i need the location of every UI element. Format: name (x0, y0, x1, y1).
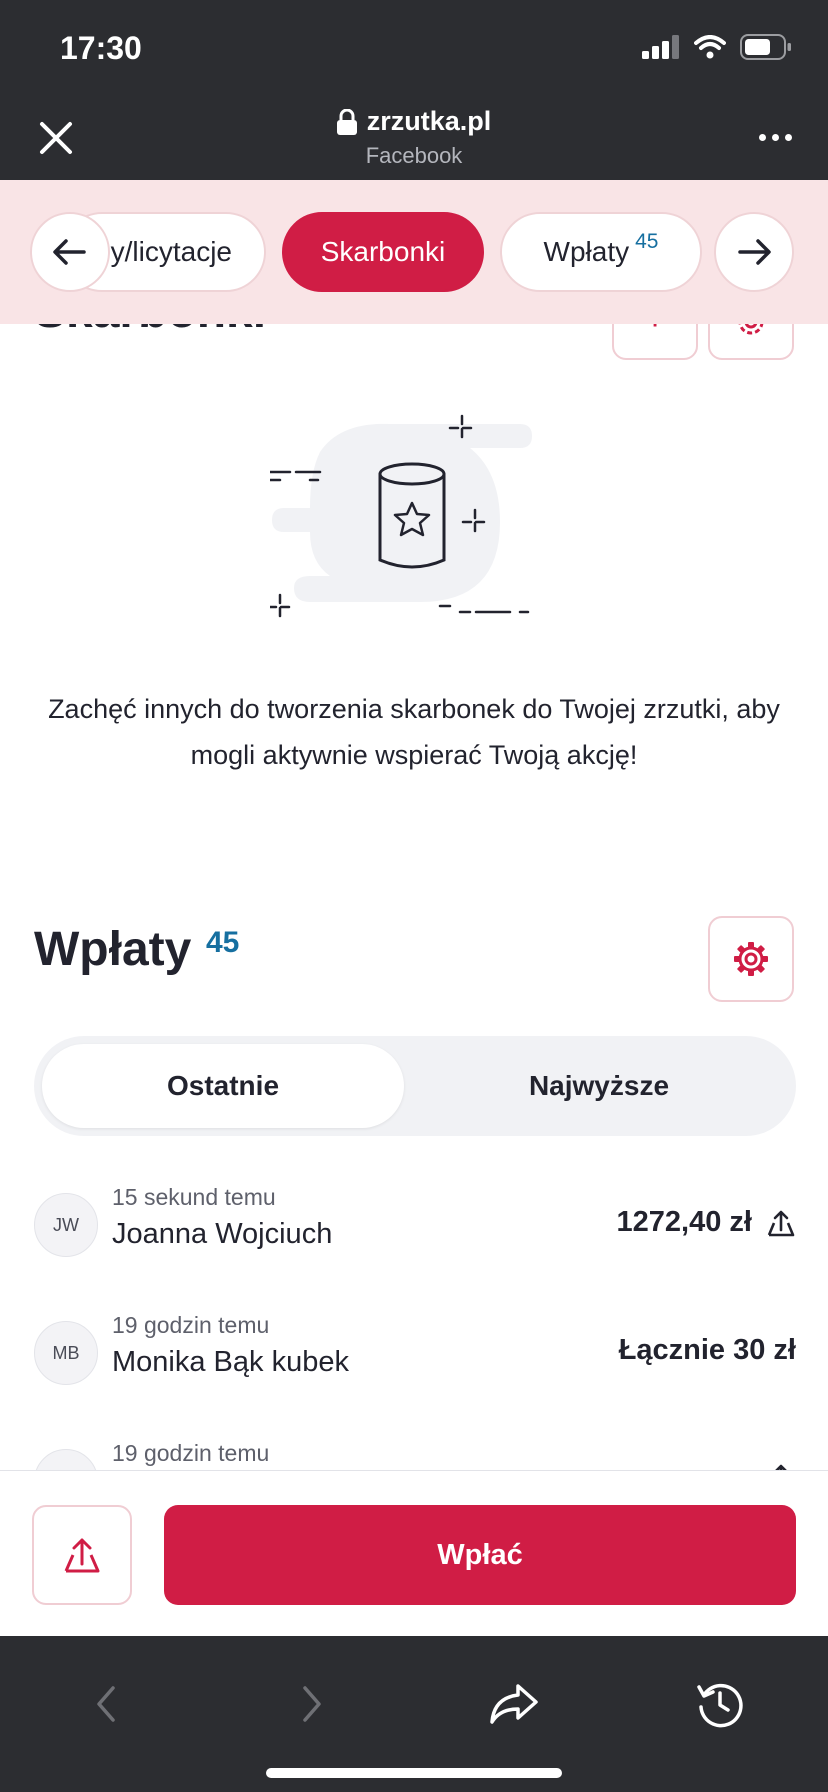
history-button[interactable] (692, 1676, 748, 1732)
tab-recent-label: Ostatnie (166, 1070, 280, 1101)
browser-header: zrzutka.pl Facebook (0, 100, 828, 180)
arrow-left-icon (53, 239, 86, 265)
battery-icon (740, 34, 791, 60)
payment-time: 15 sekund temu (112, 1184, 276, 1210)
payment-amount-value: Łącznie 30 zł (618, 1334, 796, 1366)
share-icon (64, 1538, 100, 1573)
piggybanks-empty-text: Zachęć innych do tworzenia skarbonek do … (48, 694, 780, 770)
main-content: Skarbonki + Zachęć innych do tworzenia s… (0, 324, 828, 1470)
tab-payments-label: Wpłaty (543, 236, 630, 267)
payment-time: 19 godzin temu (112, 1312, 270, 1338)
gear-icon (734, 942, 768, 976)
avatar: MB (34, 1321, 98, 1385)
donate-button-label: Wpłać (437, 1538, 523, 1571)
browser-toolbar (0, 1636, 828, 1792)
avatar (34, 1449, 98, 1470)
payment-row[interactable]: 19 godzin temu (34, 1436, 796, 1470)
chevron-left-icon (97, 1686, 115, 1722)
chevron-right-icon (303, 1686, 321, 1722)
back-button[interactable] (78, 1676, 134, 1732)
payment-name: Joanna Wojciuch (112, 1218, 333, 1250)
payment-amount: Łącznie 30 zł (619, 1334, 796, 1367)
more-options-button[interactable] (759, 134, 792, 141)
payments-count: 45 (206, 926, 240, 959)
scroll-left-button[interactable] (30, 212, 110, 292)
forward-button[interactable] (284, 1676, 340, 1732)
tab-piggybanks-label: Skarbonki (320, 236, 446, 267)
add-piggybank-label: + (643, 324, 666, 340)
arrow-right-icon (738, 239, 771, 265)
payment-time: 19 godzin temu (112, 1440, 270, 1466)
forward-share-icon (490, 1684, 538, 1724)
status-icons (642, 34, 792, 60)
share-page-button[interactable] (486, 1676, 542, 1732)
payment-row[interactable]: MB 19 godzin temu Monika Bąk kubek Łączn… (34, 1308, 796, 1398)
share-icon (767, 1210, 795, 1236)
donate-button[interactable]: Wpłać (164, 1505, 796, 1605)
status-time: 17:30 (60, 30, 142, 66)
url-source: Facebook (365, 142, 463, 168)
payment-row[interactable]: JW 15 sekund temu Joanna Wojciuch 1272,4… (34, 1180, 796, 1270)
tab-payments[interactable]: Wpłaty 45 (500, 212, 702, 292)
piggybanks-title: Skarbonki (34, 324, 266, 339)
gear-icon (738, 324, 764, 335)
status-bar: 17:30 (0, 0, 828, 100)
share-button[interactable] (32, 1505, 132, 1605)
payments-sort-toggle: Ostatnie Najwyższe (34, 1036, 796, 1136)
add-piggybank-button[interactable]: + (612, 324, 698, 360)
tab-piggybanks[interactable]: Skarbonki (282, 212, 484, 292)
tab-highest-label: Najwyższe (528, 1070, 670, 1101)
tab-highest[interactable]: Najwyższe (410, 1044, 788, 1128)
payments-title: Wpłaty (34, 923, 192, 976)
scroll-right-button[interactable] (714, 212, 794, 292)
signal-icon (642, 35, 679, 59)
payments-settings-button[interactable] (708, 916, 794, 1002)
wifi-icon (694, 35, 726, 59)
history-icon (697, 1683, 743, 1728)
lock-icon (336, 108, 357, 135)
share-icon (775, 1464, 787, 1470)
payment-name: Monika Bąk kubek (112, 1346, 349, 1378)
tab-auctions-label: y/licytacje (110, 236, 232, 267)
payment-amount-value: 1272,40 zł (616, 1206, 752, 1238)
section-tab-bar: y/licytacje Skarbonki Wpłaty 45 (0, 180, 828, 324)
home-indicator[interactable] (266, 1768, 562, 1778)
piggybanks-settings-button[interactable] (708, 324, 794, 360)
url-area[interactable]: zrzutka.pl Facebook (0, 106, 828, 169)
tab-payments-count: 45 (635, 230, 659, 253)
payment-amount: 1272,40 zł (617, 1206, 796, 1239)
bottom-action-bar: Wpłać (0, 1470, 828, 1636)
avatar: JW (34, 1193, 98, 1257)
empty-piggybank-illustration (270, 414, 532, 621)
tab-recent[interactable]: Ostatnie (42, 1044, 404, 1128)
payment-amount (752, 1462, 796, 1470)
url-domain: zrzutka.pl (366, 106, 492, 136)
